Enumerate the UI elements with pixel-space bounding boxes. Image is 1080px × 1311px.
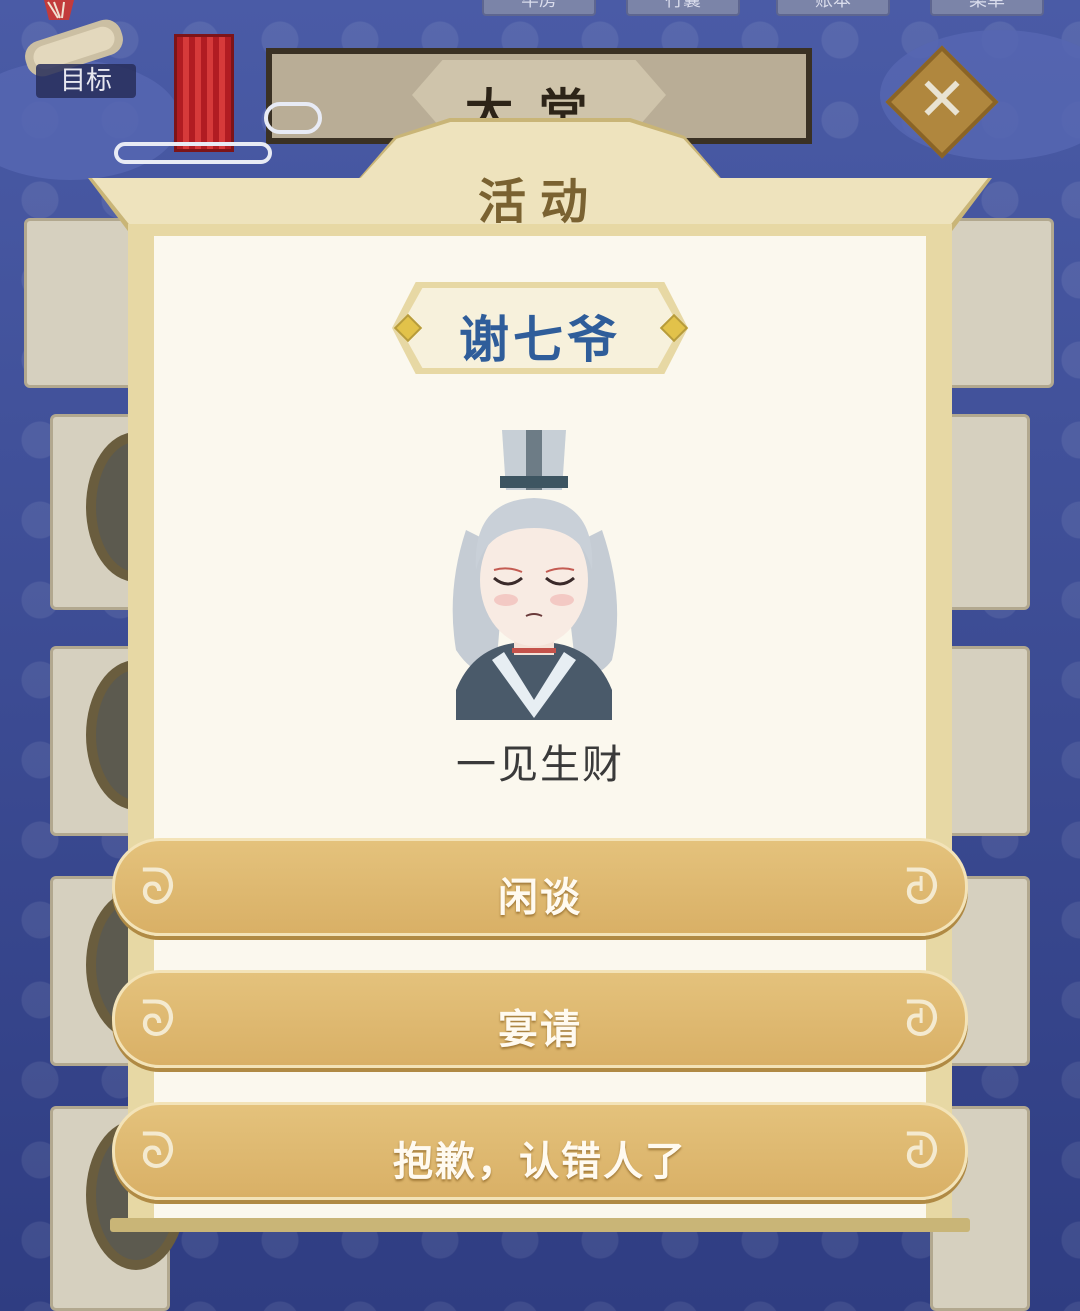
goal-label: 目标 <box>36 64 136 98</box>
red-door-icon <box>174 34 234 152</box>
character-name: 谢七爷 <box>459 311 621 369</box>
cloud-swirl-icon: ᘑ <box>904 1122 940 1180</box>
cloud-swirl-decoration <box>114 142 272 164</box>
cloud-swirl-icon: ᘑ <box>904 990 940 1048</box>
banquet-button[interactable]: ᘐ 宴请 ᘑ <box>112 970 968 1068</box>
chat-button[interactable]: ᘐ 闲谈 ᘑ <box>112 838 968 936</box>
goal-button[interactable]: 目标 <box>14 0 136 100</box>
close-icon: ✕ <box>916 65 968 135</box>
modal-title: 活动 <box>477 174 602 230</box>
cloud-swirl-icon: ᘑ <box>904 858 940 916</box>
modal-base <box>110 1218 970 1232</box>
character-status: 一见生财 <box>456 742 624 788</box>
tab-menu[interactable]: 菜单 <box>930 0 1044 16</box>
tab-prison[interactable]: 牢房 <box>482 0 596 16</box>
cloud-swirl-decoration <box>264 102 322 134</box>
tab-ledger[interactable]: 账本 <box>776 0 890 16</box>
option-label: 宴请 <box>498 1007 582 1053</box>
option-label: 闲谈 <box>498 875 582 921</box>
option-label: 抱歉，认错人了 <box>393 1139 687 1185</box>
character-avatar <box>452 430 618 720</box>
tab-bag[interactable]: 行囊 <box>626 0 740 16</box>
apologize-button[interactable]: ᘐ 抱歉，认错人了 ᘑ <box>112 1102 968 1200</box>
